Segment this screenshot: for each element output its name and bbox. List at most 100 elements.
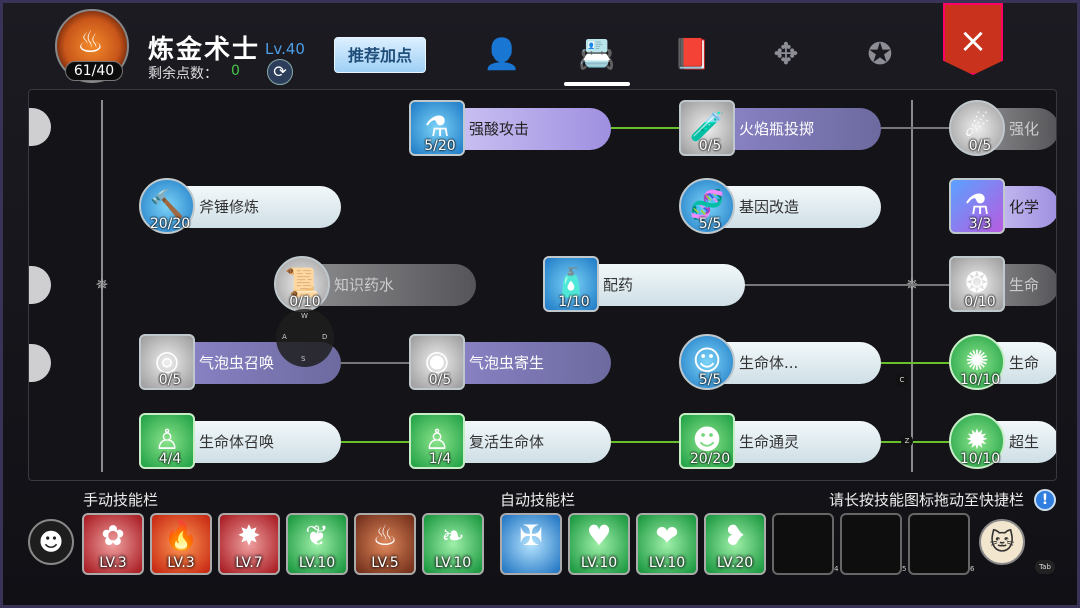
contact-book-icon: 📇 bbox=[578, 37, 616, 72]
class-level: Lv.40 bbox=[265, 40, 305, 58]
drag-hint-text: 请长按技能图标拖动至快捷栏 bbox=[829, 491, 1025, 509]
skill-knowledge-potion[interactable]: 知识药水 📜 0/10 bbox=[274, 256, 476, 312]
winged-star-icon: ✪ bbox=[867, 37, 893, 72]
skill-link bbox=[341, 441, 409, 443]
info-icon[interactable]: ! bbox=[1034, 489, 1056, 511]
manual-slot[interactable]: ✸ LV.7 bbox=[218, 513, 280, 575]
empty-slot[interactable] bbox=[772, 513, 834, 575]
auto-slot[interactable]: ♥ LV.10 bbox=[568, 513, 630, 575]
remaining-points-value: 0 bbox=[231, 63, 240, 79]
remaining-points-label: 剩余点数： bbox=[148, 66, 218, 82]
skill-points-pill: 61/40 bbox=[65, 61, 123, 81]
book-icon: 📕 bbox=[673, 37, 711, 72]
slot-level: LV.10 bbox=[434, 555, 472, 571]
skill-level: 0/10 bbox=[289, 294, 321, 310]
tab-book[interactable]: 📕 bbox=[667, 33, 717, 79]
close-button[interactable]: × bbox=[943, 3, 1003, 75]
virtual-joystick[interactable]: W A D S bbox=[276, 309, 334, 367]
skill-bubble-parasite[interactable]: 气泡虫寄生 ◉ 0/5 bbox=[409, 334, 611, 390]
slot-level: LV.3 bbox=[99, 555, 127, 571]
skill-level: 20/20 bbox=[149, 216, 191, 232]
cat-face-icon: 🐱 bbox=[989, 528, 1015, 556]
skill-level: 4/4 bbox=[158, 451, 182, 467]
tab-key-hint: Tab bbox=[1035, 560, 1055, 574]
tier-marker bbox=[29, 266, 51, 304]
slot-number: 4 bbox=[834, 565, 839, 573]
skill-level: 20/20 bbox=[689, 451, 731, 467]
skill-link bbox=[881, 362, 951, 364]
skill-brew[interactable]: 配药 🧴 1/10 bbox=[543, 256, 745, 312]
manual-slot[interactable]: ❦ LV.10 bbox=[286, 513, 348, 575]
manual-slot[interactable]: 🔥 LV.3 bbox=[150, 513, 212, 575]
empty-slot[interactable] bbox=[908, 513, 970, 575]
heart-aura-icon: ❤ bbox=[655, 519, 679, 552]
auto-slot[interactable]: ✠ bbox=[500, 513, 562, 575]
manual-slot[interactable]: ❧ LV.10 bbox=[422, 513, 484, 575]
tab-emblem[interactable]: ✪ bbox=[855, 33, 905, 79]
skill-link bbox=[881, 441, 951, 443]
skill-level: 1/10 bbox=[558, 294, 590, 310]
class-name: 炼金术士 bbox=[148, 35, 261, 65]
slot-level: LV.10 bbox=[298, 555, 336, 571]
auto-slot[interactable]: ❤ LV.10 bbox=[636, 513, 698, 575]
slot-level: LV.10 bbox=[648, 555, 686, 571]
skill-level: 0/5 bbox=[968, 138, 992, 154]
skill-level: 10/10 bbox=[959, 451, 1001, 467]
tab-cross[interactable]: ✥ bbox=[761, 33, 811, 79]
skill-fire-bottle[interactable]: 火焰瓶投掷 🧪 0/5 bbox=[679, 100, 881, 156]
skill-gene-mod[interactable]: 基因改造 🧬 5/5 bbox=[679, 178, 881, 234]
joystick-key-d: D bbox=[322, 333, 328, 341]
skill-level: 0/5 bbox=[158, 372, 182, 388]
skill-life[interactable]: 生命 ❂ 0/10 bbox=[949, 256, 1056, 312]
refresh-icon: ⟳ bbox=[273, 62, 287, 81]
reset-refresh-button[interactable]: ⟳ bbox=[267, 59, 293, 85]
pet-cat-avatar[interactable]: 🐱 bbox=[979, 519, 1025, 565]
green-heart-icon: ♥ bbox=[586, 519, 612, 552]
skill-revive-lifeform[interactable]: 复活生命体 ♙ 1/4 bbox=[409, 413, 611, 469]
skill-acid-attack[interactable]: 强酸攻击 ⚗ 5/20 bbox=[409, 100, 611, 156]
header: ♨ 61/40 炼金术士 Lv.40 剩余点数： 0 ⟳ 推荐加点 👤 📇 📕 … bbox=[3, 3, 1080, 89]
empty-slot[interactable] bbox=[840, 513, 902, 575]
skill-level: 0/5 bbox=[698, 138, 722, 154]
manual-slot[interactable]: ✿ LV.3 bbox=[82, 513, 144, 575]
slot-level: LV.7 bbox=[235, 555, 263, 571]
close-icon: × bbox=[958, 21, 988, 61]
skill-enhance[interactable]: 强化 ☄ 0/5 bbox=[949, 100, 1056, 156]
skill-level: 1/4 bbox=[428, 451, 452, 467]
skill-chemistry[interactable]: 化学 ⚗ 3/3 bbox=[949, 178, 1056, 234]
skill-lifeform-summon[interactable]: 生命体召唤 ♙ 4/4 bbox=[139, 413, 341, 469]
explosion-icon: ✸ bbox=[237, 519, 261, 552]
skill-link bbox=[611, 441, 679, 443]
skill-life-channel[interactable]: 生命通灵 ☻ 20/20 bbox=[679, 413, 881, 469]
skill-life-2[interactable]: 生命 ✺ 10/10 bbox=[949, 334, 1056, 390]
tab-character[interactable]: 👤 bbox=[477, 33, 527, 79]
fire-icon: 🔥 bbox=[163, 519, 199, 552]
skill-level: 10/10 bbox=[959, 372, 1001, 388]
skill-lifeform[interactable]: 生命体... ☺ 5/5 bbox=[679, 334, 881, 390]
manual-skill-bar-label: 手动技能栏 bbox=[83, 491, 159, 509]
skill-link bbox=[611, 127, 679, 129]
skill-window: ♨ 61/40 炼金术士 Lv.40 剩余点数： 0 ⟳ 推荐加点 👤 📇 📕 … bbox=[0, 0, 1080, 608]
skill-level: 0/5 bbox=[428, 372, 452, 388]
tab-skills[interactable]: 📇 bbox=[572, 33, 622, 79]
skill-tree-panel[interactable]: ✵ ✵ 强酸攻击 ⚗ 5/20 火焰瓶投掷 🧪 0/5 强化 ☄ 0/5 斧锤修… bbox=[28, 89, 1057, 481]
skill-level: 3/3 bbox=[968, 216, 992, 232]
manual-slot[interactable]: ♨ LV.5 bbox=[354, 513, 416, 575]
joystick-key-s: S bbox=[301, 355, 306, 363]
flame-spirit-icon: ✿ bbox=[101, 519, 125, 552]
cross-icon: ✥ bbox=[773, 37, 799, 72]
skill-link bbox=[745, 284, 951, 286]
sword-burst-icon: ✠ bbox=[519, 519, 543, 552]
skill-axe-mastery[interactable]: 斧锤修炼 🔨 20/20 bbox=[139, 178, 341, 234]
tier-marker bbox=[29, 108, 51, 146]
skill-super[interactable]: 超生 ✹ 10/10 bbox=[949, 413, 1056, 469]
auto-slot[interactable]: ❥ LV.20 bbox=[704, 513, 766, 575]
active-tab-indicator bbox=[564, 82, 630, 86]
pet-avatar-button[interactable]: ☻ bbox=[28, 519, 74, 565]
key-hint-c: C bbox=[896, 374, 908, 386]
smiley-pet-icon: ☻ bbox=[38, 528, 64, 556]
person-star-icon: 👤 bbox=[483, 37, 521, 72]
green-swirl-icon: ❦ bbox=[305, 519, 329, 552]
skill-level: 5/5 bbox=[698, 372, 722, 388]
recommend-points-button[interactable]: 推荐加点 bbox=[334, 37, 426, 73]
